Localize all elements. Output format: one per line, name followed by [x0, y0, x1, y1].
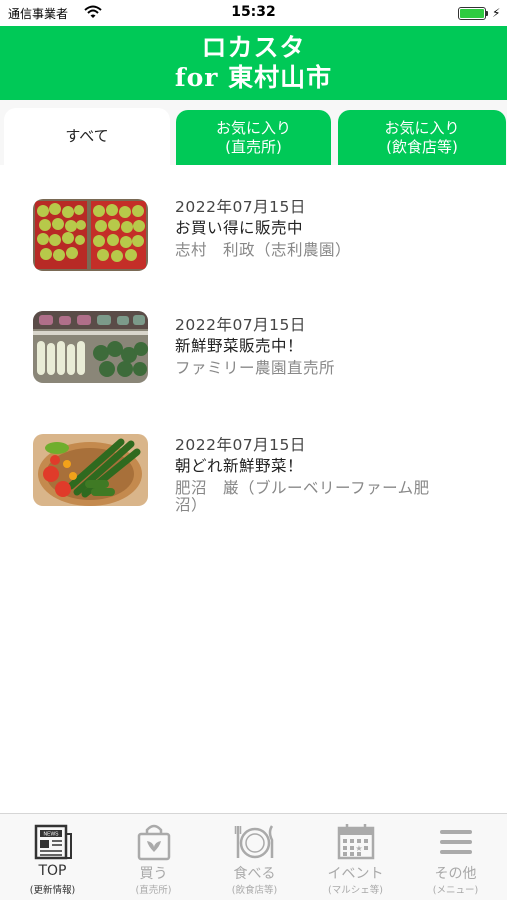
news-date: 2022年07月15日 — [175, 436, 306, 454]
tabbar-other[interactable]: その他 (メニュー) — [405, 814, 506, 900]
tabbar-eat-label: 食べる — [233, 866, 276, 882]
newspaper-icon: NEWS — [34, 824, 72, 860]
news-title: 新鮮野菜販売中！ — [175, 337, 304, 355]
app-header: ロカスタ for 東村山市 — [0, 26, 507, 100]
status-time: 15:32 — [231, 4, 276, 20]
tab-favorite-restaurants[interactable]: お気に入り (飲食店等) — [338, 110, 506, 165]
svg-text:NEWS: NEWS — [44, 832, 60, 838]
news-item[interactable]: 2022年07月15日 新鮮野菜販売中！ ファミリー農園直売所 — [0, 311, 507, 421]
news-author-line2: 沼） — [175, 496, 208, 514]
tab-all[interactable]: すべて — [4, 108, 170, 165]
tab-favorite-shops-label1: お気に入り — [215, 118, 291, 137]
news-item[interactable]: 2022年07月15日 朝どれ新鮮野菜！ 肥沼 巌（ブルーベリーファーム肥 沼） — [0, 430, 507, 540]
svg-text:★: ★ — [355, 844, 362, 853]
tabbar-other-sub: (メニュー) — [432, 885, 479, 896]
news-item[interactable]: 2022年07月15日 お買い得に販売中 志村 利政（志利農園） — [0, 197, 507, 307]
tabbar-event-label: イベント — [327, 866, 384, 882]
news-thumbnail — [33, 199, 148, 271]
news-date: 2022年07月15日 — [175, 198, 306, 216]
tabbar-eat[interactable]: 食べる (飲食店等) — [204, 814, 305, 900]
menu-icon — [440, 830, 472, 854]
news-thumbnail — [33, 434, 148, 506]
news-title: お買い得に販売中 — [175, 219, 304, 237]
news-thumbnail — [33, 311, 148, 383]
status-bar: 通信事業者 15:32 ⚡ — [0, 0, 507, 26]
tab-all-label: すべて — [65, 127, 109, 145]
tab-favorite-restaurants-label2: (飲食店等) — [386, 137, 458, 156]
shopping-bag-icon — [137, 824, 171, 861]
tab-favorite-restaurants-label1: お気に入り — [384, 118, 460, 137]
tabbar-buy-sub: (直売所) — [135, 885, 172, 896]
app-title-line1: ロカスタ — [201, 33, 306, 62]
news-date: 2022年07月15日 — [175, 316, 306, 334]
tab-favorite-shops[interactable]: お気に入り (直売所) — [176, 110, 331, 165]
tabbar-top[interactable]: NEWS TOP (更新情報) — [2, 814, 103, 900]
battery-icon — [458, 7, 486, 20]
tabbar-buy-label: 買う — [139, 866, 168, 882]
tabbar-other-label: その他 — [434, 866, 477, 882]
category-tabs: すべて お気に入り (直売所) お気に入り (飲食店等) — [0, 100, 507, 165]
plate-cutlery-icon — [234, 825, 274, 859]
news-author: ファミリー農園直売所 — [175, 359, 336, 377]
bottom-tab-bar: NEWS TOP (更新情報) 買う (直売所) 食べる (飲食店等) ★ イベ… — [0, 813, 507, 900]
app-title-line2: for 東村山市 — [174, 63, 333, 92]
news-list: 2022年07月15日 お買い得に販売中 志村 利政（志利農園） 2022年07… — [0, 165, 507, 813]
battery-cap — [486, 11, 488, 16]
calendar-icon: ★ — [337, 824, 375, 860]
tabbar-top-sub: (更新情報) — [29, 885, 76, 896]
news-author: 志村 利政（志利農園） — [175, 241, 352, 259]
tabbar-event-sub: (マルシェ等) — [328, 885, 383, 896]
news-title: 朝どれ新鮮野菜！ — [175, 457, 304, 475]
tabbar-eat-sub: (飲食店等) — [231, 885, 278, 896]
tab-favorite-shops-label2: (直売所) — [225, 137, 282, 156]
tabbar-top-label: TOP — [38, 863, 67, 879]
charging-bolt-icon: ⚡ — [492, 6, 501, 20]
tabbar-event[interactable]: ★ イベント (マルシェ等) — [305, 814, 406, 900]
tabbar-buy[interactable]: 買う (直売所) — [103, 814, 204, 900]
